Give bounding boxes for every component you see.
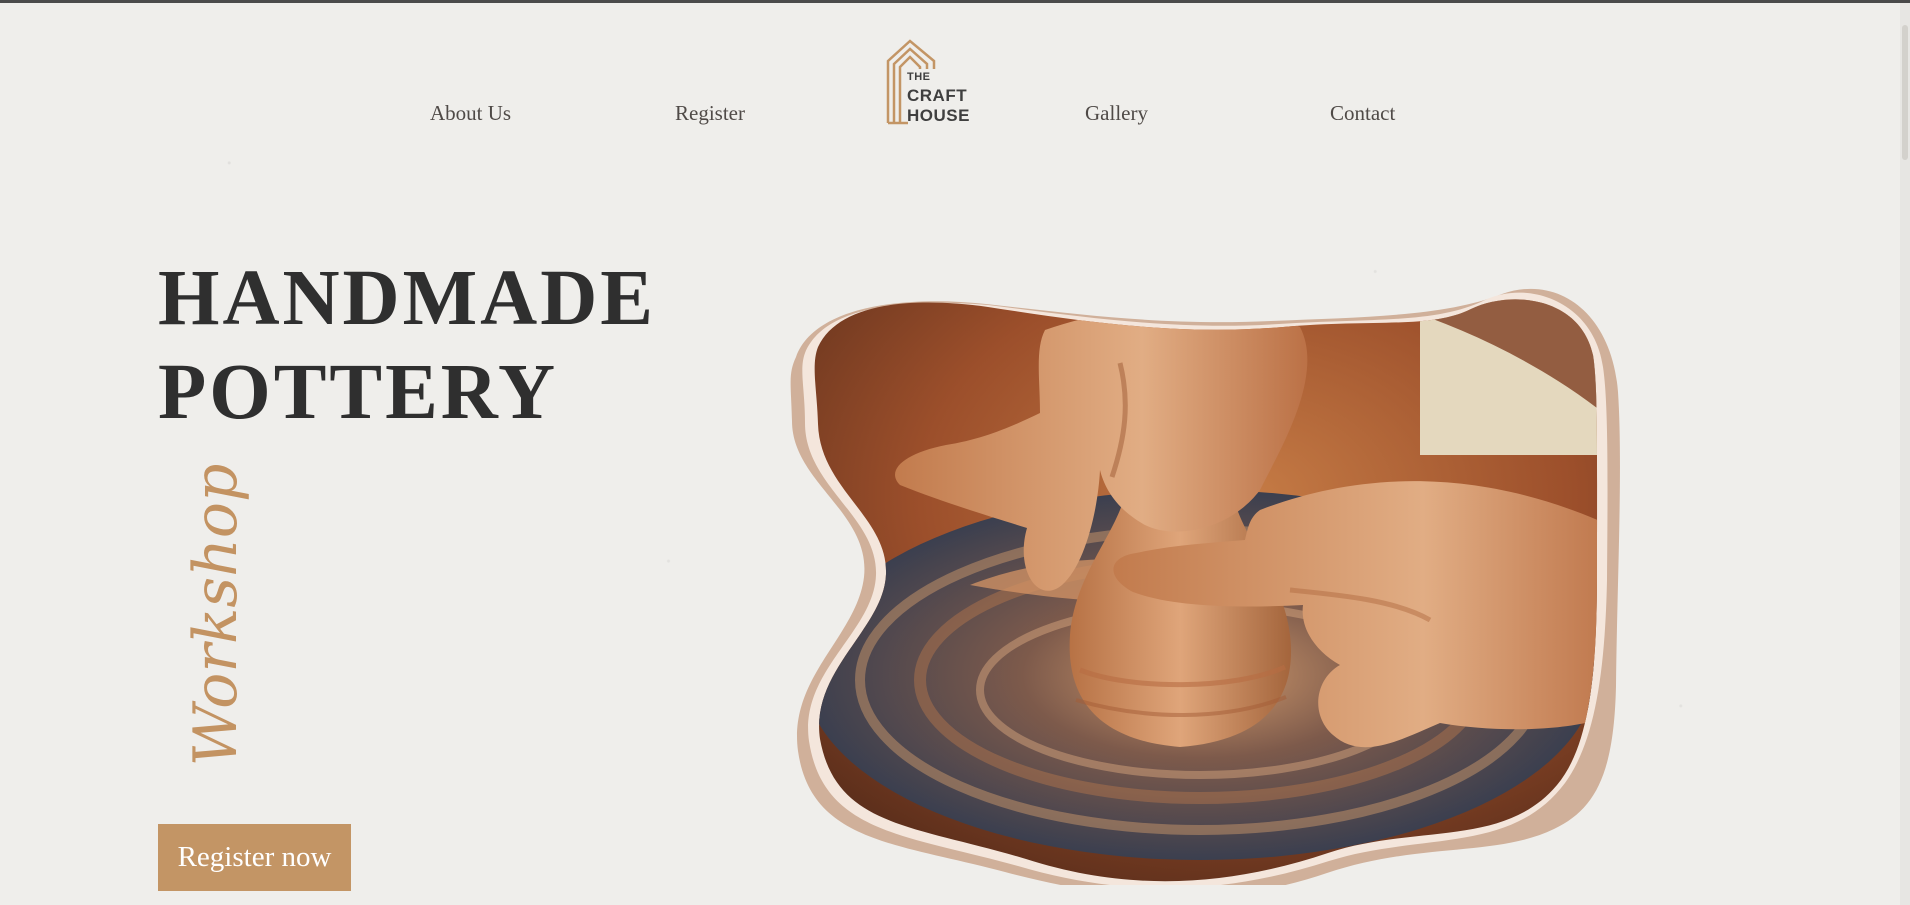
pottery-wheel-image bbox=[790, 288, 1620, 885]
nav-contact-link[interactable]: Contact bbox=[1330, 100, 1395, 126]
page-scrollbar[interactable] bbox=[1900, 0, 1910, 905]
top-border bbox=[0, 0, 1910, 3]
hero-title-line-1: HANDMADE bbox=[158, 255, 656, 342]
scrollbar-thumb[interactable] bbox=[1902, 25, 1908, 160]
logo-text-house: HOUSE bbox=[907, 106, 970, 125]
pottery-image-frame bbox=[780, 285, 1630, 885]
logo-text-craft: CRAFT bbox=[907, 86, 968, 105]
register-now-button[interactable]: Register now bbox=[158, 824, 351, 891]
nav-register-link[interactable]: Register bbox=[675, 100, 745, 126]
craft-house-logo[interactable]: THE CRAFT HOUSE bbox=[880, 36, 980, 130]
logo-text-the: THE bbox=[907, 71, 931, 83]
hero-title: HANDMADE POTTERY bbox=[158, 252, 656, 440]
nav-gallery-link[interactable]: Gallery bbox=[1085, 100, 1148, 126]
workshop-script-label: Workshop bbox=[181, 463, 251, 767]
nav-about-us-link[interactable]: About Us bbox=[430, 100, 511, 126]
hero-title-line-2: POTTERY bbox=[158, 349, 559, 436]
